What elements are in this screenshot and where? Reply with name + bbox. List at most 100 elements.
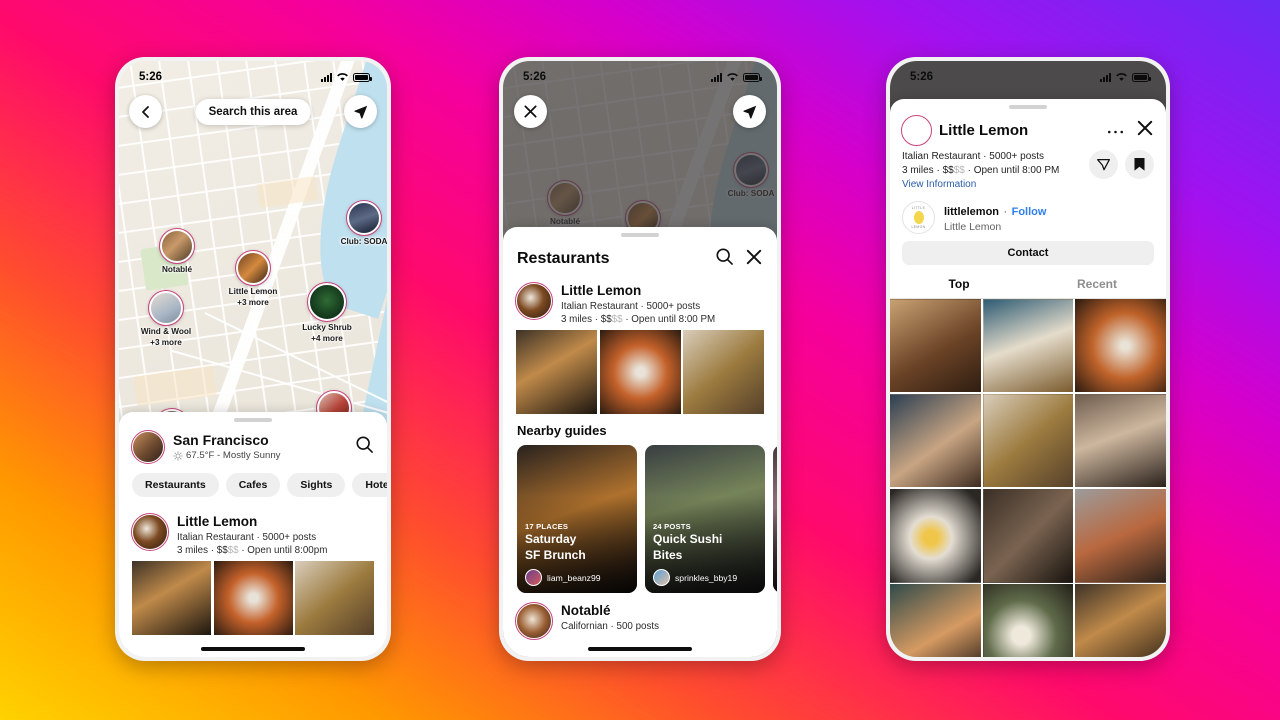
grid-photo[interactable] bbox=[890, 584, 981, 657]
follow-button[interactable]: Follow bbox=[1012, 206, 1047, 218]
wifi-icon bbox=[337, 73, 348, 81]
price-empty: $$ bbox=[611, 314, 623, 326]
guide-title: Quick Sushi bbox=[653, 532, 723, 547]
view-information-link[interactable]: View Information bbox=[902, 178, 1154, 192]
grid-photo[interactable] bbox=[1075, 489, 1166, 583]
chip-sights[interactable]: Sights bbox=[287, 473, 346, 497]
place-photo[interactable] bbox=[132, 561, 211, 636]
grid-photo[interactable] bbox=[1075, 298, 1166, 393]
place-photo[interactable] bbox=[516, 330, 597, 415]
account-handle[interactable]: littlelemon bbox=[944, 206, 999, 218]
map-pin-club-soda[interactable]: Club: SODA bbox=[327, 200, 387, 246]
guide-author[interactable]: liam_beanz99 bbox=[525, 569, 631, 587]
map-pin-label: Lucky Shrub bbox=[302, 323, 352, 332]
locate-button[interactable] bbox=[344, 95, 377, 128]
chip-cafes[interactable]: Cafes bbox=[225, 473, 281, 497]
location-bottom-sheet[interactable]: San Francisco 67.5°F - Mostly Sunny Rest… bbox=[119, 412, 387, 657]
status-bar: 5:26 bbox=[890, 61, 1166, 89]
search-button[interactable] bbox=[355, 435, 374, 459]
grid-photo[interactable] bbox=[890, 489, 981, 583]
place-photo-strip[interactable] bbox=[503, 330, 777, 415]
phone2-screen: Notablé Club: SODA 5:26 Res bbox=[503, 61, 777, 657]
contact-button[interactable]: Contact bbox=[902, 240, 1154, 265]
guide-card[interactable]: 17 PLACES Saturday SF Brunch liam_beanz9… bbox=[517, 445, 637, 594]
place-photo-strip[interactable] bbox=[119, 561, 387, 636]
map-pin-little-lemon[interactable]: Little Lemon +3 more bbox=[216, 250, 290, 307]
save-button[interactable] bbox=[1125, 150, 1154, 179]
photo-grid[interactable] bbox=[890, 298, 1166, 657]
map-pin-label: Club: SODA bbox=[340, 237, 387, 246]
profile-distance: 3 miles bbox=[902, 165, 934, 177]
pin-photo bbox=[235, 250, 271, 286]
map-pin-sublabel: +4 more bbox=[311, 334, 343, 344]
grid-photo[interactable] bbox=[982, 489, 1074, 583]
phone-place-profile: 5:26 Little Lemon Italian Restaurant · 5… bbox=[886, 57, 1170, 661]
back-button[interactable] bbox=[129, 95, 162, 128]
phone3-screen: 5:26 Little Lemon Italian Restaurant · 5… bbox=[890, 61, 1166, 657]
bookmark-icon bbox=[1134, 158, 1145, 171]
map-pin-wind-and-wool[interactable]: Wind & Wool +3 more bbox=[129, 290, 203, 347]
grid-photo[interactable] bbox=[982, 298, 1074, 393]
pin-photo bbox=[148, 290, 184, 326]
sheet-actions bbox=[715, 247, 763, 271]
place-meta: Italian Restaurant · 5000+ posts bbox=[561, 301, 701, 313]
chip-hotels[interactable]: Hotels bbox=[352, 473, 387, 497]
grid-photo[interactable] bbox=[1075, 584, 1166, 657]
next-place-card[interactable]: Notablé Californian · 500 posts bbox=[503, 593, 777, 644]
map-pin-label: Little Lemon bbox=[228, 287, 278, 296]
grid-photo[interactable] bbox=[982, 393, 1074, 488]
share-button[interactable] bbox=[1089, 150, 1118, 179]
restaurants-bottom-sheet[interactable]: Restaurants Little Lemon Italian Restaur… bbox=[503, 227, 777, 657]
price-filled: $$ bbox=[216, 545, 228, 557]
guide-username: liam_beanz99 bbox=[547, 572, 601, 583]
weather-row: 67.5°F - Mostly Sunny bbox=[173, 450, 280, 461]
grid-photo[interactable] bbox=[1075, 393, 1166, 488]
guide-count: 24 POSTS bbox=[653, 522, 691, 532]
status-icons bbox=[711, 72, 762, 82]
place-photo[interactable] bbox=[213, 561, 293, 636]
profile-tabs[interactable]: Top Recent bbox=[890, 271, 1166, 299]
navigate-icon bbox=[742, 105, 756, 119]
home-indicator bbox=[201, 647, 305, 651]
close-map-button[interactable] bbox=[514, 95, 547, 128]
place-photo[interactable] bbox=[295, 561, 374, 636]
map-pin-notable[interactable]: Notablé bbox=[140, 228, 214, 274]
lemon-icon bbox=[913, 210, 924, 224]
profile-hours: Open until 8:00 PM bbox=[973, 165, 1060, 177]
grid-photo[interactable] bbox=[890, 393, 981, 488]
account-display-name: Little Lemon bbox=[944, 220, 1002, 233]
map-pin-lucky-shrub[interactable]: Lucky Shrub +4 more bbox=[290, 282, 364, 344]
place-details: 3 miles · $$$$ · Open until 8:00 PM bbox=[561, 314, 716, 326]
close-button[interactable] bbox=[1136, 119, 1154, 142]
place-photo[interactable] bbox=[683, 330, 764, 415]
more-options-button[interactable] bbox=[1107, 122, 1124, 140]
search-this-area-button[interactable]: Search this area bbox=[195, 99, 311, 125]
guide-card[interactable]: 24 POSTS Quick Sushi Bites sprinkles_bby… bbox=[645, 445, 765, 594]
guide-card[interactable]: 32 PLACES Date in the City bbox=[773, 445, 777, 594]
place-card[interactable]: Little Lemon Italian Restaurant · 5000+ … bbox=[503, 275, 777, 415]
tab-top[interactable]: Top bbox=[890, 271, 1028, 298]
guides-carousel[interactable]: 17 PLACES Saturday SF Brunch liam_beanz9… bbox=[503, 445, 777, 594]
close-sheet-button[interactable] bbox=[745, 248, 763, 271]
chip-restaurants[interactable]: Restaurants bbox=[132, 473, 219, 497]
tab-recent[interactable]: Recent bbox=[1028, 271, 1166, 298]
wifi-icon bbox=[1116, 73, 1127, 81]
place-card-header: Little Lemon Italian Restaurant · 5000+ … bbox=[119, 508, 387, 561]
place-distance: 3 miles bbox=[177, 545, 209, 557]
place-hours: Open until 8:00pm bbox=[247, 545, 328, 557]
map-pin-label: Notablé bbox=[161, 265, 193, 274]
search-button[interactable] bbox=[715, 247, 734, 271]
cellular-signal-icon bbox=[1100, 73, 1111, 82]
price-empty: $$ bbox=[953, 165, 965, 177]
grid-photo[interactable] bbox=[890, 298, 981, 393]
place-card[interactable]: Little Lemon Italian Restaurant · 5000+ … bbox=[119, 506, 387, 636]
guide-author[interactable]: sprinkles_bby19 bbox=[653, 569, 759, 587]
grid-photo[interactable] bbox=[982, 584, 1074, 657]
place-card-header: Little Lemon Italian Restaurant · 5000+ … bbox=[503, 277, 777, 330]
profile-sheet[interactable]: Little Lemon Italian Restaurant · 5000+ … bbox=[890, 99, 1166, 657]
linked-account-row[interactable]: LITTLE LEMON littlelemon · Follow Little… bbox=[890, 193, 1166, 241]
locate-button[interactable] bbox=[733, 95, 766, 128]
category-chips[interactable]: Restaurants Cafes Sights Hotels bbox=[119, 469, 387, 506]
place-photo[interactable] bbox=[599, 330, 681, 415]
account-handle-row: littlelemon · Follow bbox=[944, 202, 1046, 220]
